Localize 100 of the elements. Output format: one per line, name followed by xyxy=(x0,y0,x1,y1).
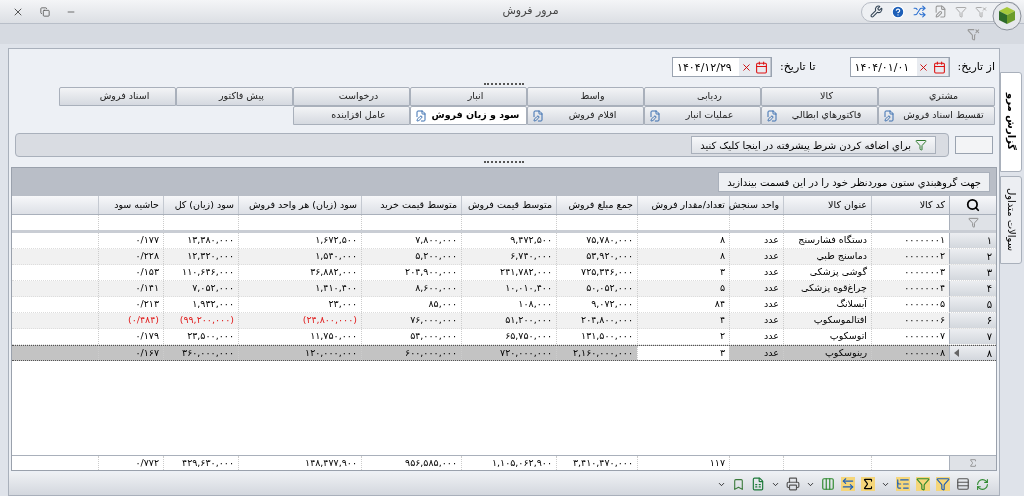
restore-icon[interactable] xyxy=(40,6,50,17)
filter-icon[interactable] xyxy=(967,27,980,41)
column-header[interactable]: سود (زیان) هر واحد فروش xyxy=(238,196,361,214)
table-cell: ۴ xyxy=(637,313,729,328)
tab[interactable]: تقسیط اسناد فروش xyxy=(878,106,995,125)
tab[interactable]: واسط xyxy=(527,87,644,106)
print-icon[interactable] xyxy=(786,477,800,491)
table-cell: ۵,۲۰۰,۰۰۰ xyxy=(361,249,461,264)
wrench-icon[interactable] xyxy=(870,5,883,18)
help-icon[interactable] xyxy=(891,4,905,19)
tab[interactable]: سود و زیان فروش xyxy=(410,106,527,125)
table-cell: ۷۵,۷۸۰,۰۰۰ xyxy=(556,233,637,248)
table-cell: ۰/۱۵۳ xyxy=(98,265,163,280)
table-cell: ۰/۱۷۷ xyxy=(98,233,163,248)
tab[interactable]: مشتري xyxy=(878,87,995,106)
tab[interactable]: پیش فاکتور xyxy=(176,87,293,106)
advanced-filter-button[interactable]: براي اضافه کردن شرط پیشرفته در اینجا کلیک کنید xyxy=(691,136,936,154)
tab[interactable]: عامل افزاینده xyxy=(293,106,410,125)
table-cell: ۸ xyxy=(637,249,729,264)
total-cell: ۱,۱۰۵,۰۶۲,۹۰۰ xyxy=(461,456,556,470)
table-cell: ۲,۱۶۰,۰۰۰,۰۰۰ xyxy=(556,346,637,360)
table-cell: (۰/۴۸۴) xyxy=(98,313,163,328)
table-cell: (۹۹,۲۰۰,۰۰۰) xyxy=(163,313,238,328)
columns-icon[interactable] xyxy=(821,477,835,491)
layout-icon[interactable] xyxy=(956,477,970,491)
total-cell: ۹۵۶,۵۸۵,۰۰۰ xyxy=(361,456,461,470)
table-cell: ۱۰۸,۰۰۰ xyxy=(461,297,556,312)
bookmark-icon[interactable] xyxy=(732,477,745,491)
group-panel-hint: جهت گروهبندي ستون موردنظر خود را در این قسمت بیندازید xyxy=(718,172,990,192)
filter-field[interactable] xyxy=(955,136,993,154)
table-cell: ۶,۷۴۰,۰۰۰ xyxy=(461,249,556,264)
side-tab[interactable]: سوالات متداول xyxy=(1000,176,1022,264)
table-row[interactable]: ۶ ۰۰۰۰۰۰۰۶ افتالموسکوپ عدد ۴ ۲۰۴,۸۰۰,۰۰۰ ۵۱,۲۰۰,۰۰۰ ۷۶,۰۰۰,۰۰۰ (۲۴,۸۰۰,۰۰۰) (۹۹,۲۰۰,۰۰۰) (۰/۴۸۴) xyxy=(12,313,996,329)
table-row[interactable]: ۵ ۰۰۰۰۰۰۰۵ آبسلانگ عدد ۸۴ ۹,۰۷۲,۰۰۰ ۱۰۸,۰۰۰ ۸۵,۰۰۰ ۲۳,۰۰۰ ۱,۹۳۲,۰۰۰ ۰/۲۱۳ xyxy=(12,297,996,313)
column-header[interactable]: متوسط قیمت خرید xyxy=(361,196,461,214)
table-cell: گوشی پزشکی xyxy=(783,265,871,280)
column-header[interactable]: واحد سنجش xyxy=(729,196,783,214)
calendar-icon xyxy=(932,60,946,74)
table-cell: ۰/۱۴۱ xyxy=(98,281,163,296)
table-cell: اتوسکوپ xyxy=(783,329,871,344)
table-cell: ۵۱,۲۰۰,۰۰۰ xyxy=(461,313,556,328)
table-cell: ۲۰۴,۹۰۰,۰۰۰ xyxy=(361,265,461,280)
edit-icon[interactable] xyxy=(934,5,947,18)
table-row[interactable]: ۷ ۰۰۰۰۰۰۰۷ اتوسکوپ عدد ۲ ۱۳۱,۵۰۰,۰۰۰ ۶۵,۷۵۰,۰۰۰ ۵۴,۰۰۰,۰۰۰ ۱۱,۷۵۰,۰۰۰ ۲۳,۵۰۰,۰۰۰ ۰/۱۷۹ xyxy=(12,329,996,345)
table-cell: ۰۰۰۰۰۰۰۸ xyxy=(871,346,949,360)
date-picker[interactable]: ۱۴۰۴/۰۱/۰۱ xyxy=(849,57,950,77)
tab[interactable]: کالا xyxy=(761,87,878,106)
column-header[interactable]: کد کالا xyxy=(871,196,949,214)
tab[interactable]: عملیات انبار xyxy=(644,106,761,125)
filter-icon[interactable] xyxy=(955,5,967,18)
table-row[interactable]: ۴ ۰۰۰۰۰۰۰۴ چراغ‌قوه پزشکی عدد ۵ ۵۰,۰۵۲,۰۰۰ ۱۰,۰۱۰,۴۰۰ ۸,۶۰۰,۰۰۰ ۱,۴۱۰,۴۰۰ ۷,۰۵۲,۰۰۰ ۰/۱۴۱ xyxy=(12,281,996,297)
table-cell: ۷,۰۵۲,۰۰۰ xyxy=(163,281,238,296)
field-label: از تاریخ: xyxy=(957,58,995,75)
filter-icon[interactable] xyxy=(975,5,987,18)
tab[interactable]: ردیابی xyxy=(644,87,761,106)
table-row[interactable]: ۳ ۰۰۰۰۰۰۰۳ گوشی پزشکی عدد ۳ ۷۲۵,۳۴۶,۰۰۰ ۲۴۱,۷۸۲,۰۰۰ ۲۰۴,۹۰۰,۰۰۰ ۳۶,۸۸۲,۰۰۰ ۱۱۰,۶۴۶,۰۰۰ ۰/۱۵۳ xyxy=(12,265,996,281)
tab[interactable]: درخواست xyxy=(293,87,410,106)
side-tab[interactable]: گزارش مرو xyxy=(1000,72,1022,172)
column-header[interactable]: جمع مبلغ فروش xyxy=(556,196,637,214)
table-row[interactable]: ۱ ۰۰۰۰۰۰۰۱ دستگاه فشارسنج عدد ۸ ۷۵,۷۸۰,۰۰۰ ۹,۴۷۲,۵۰۰ ۷,۸۰۰,۰۰۰ ۱,۶۷۲,۵۰۰ ۱۳,۳۸۰,۰۰۰ ۰/۱۷۷ xyxy=(12,233,996,249)
clear-button[interactable] xyxy=(739,58,753,76)
search-icon[interactable] xyxy=(966,198,980,212)
column-header[interactable]: متوسط قیمت فروش xyxy=(461,196,556,214)
sum-icon[interactable] xyxy=(861,477,875,491)
tab[interactable]: اقلام فروش xyxy=(527,106,644,125)
refresh-icon[interactable] xyxy=(976,477,989,491)
column-header[interactable]: تعداد/مقدار فروش xyxy=(637,196,729,214)
group-icon[interactable] xyxy=(896,477,910,491)
column-header[interactable]: سود (زیان) کل xyxy=(163,196,238,214)
table-cell: ۸,۶۰۰,۰۰۰ xyxy=(361,281,461,296)
close-icon xyxy=(918,61,930,73)
spreadsheet-icon[interactable] xyxy=(751,477,765,491)
filter-icon[interactable] xyxy=(916,477,930,491)
table-cell: دستگاه فشارسنج xyxy=(783,233,871,248)
table-cell: ۳۶۰,۰۰۰,۰۰۰ xyxy=(163,346,238,360)
sync-icon[interactable] xyxy=(913,5,926,18)
column-header[interactable]: حاشیه سود xyxy=(98,196,163,214)
table-cell: ۱۲۰,۰۰۰,۰۰۰ xyxy=(238,346,361,360)
tab[interactable]: انبار xyxy=(410,87,527,106)
filter-icon[interactable] xyxy=(936,477,950,491)
table-cell: دماسنج طبي xyxy=(783,249,871,264)
table-cell: ۱,۴۱۰,۴۰۰ xyxy=(238,281,361,296)
fit-columns-icon[interactable] xyxy=(841,477,855,491)
tab[interactable]: فاکتورهاي ابطالي xyxy=(761,106,878,125)
table-cell: ۵۳,۹۲۰,۰۰۰ xyxy=(556,249,637,264)
table-cell: ۰/۱۶۷ xyxy=(98,346,163,360)
table-cell: ۲۴۱,۷۸۲,۰۰۰ xyxy=(461,265,556,280)
table-row[interactable]: ۲ ۰۰۰۰۰۰۰۲ دماسنج طبي عدد ۸ ۵۳,۹۲۰,۰۰۰ ۶,۷۴۰,۰۰۰ ۵,۲۰۰,۰۰۰ ۱,۵۴۰,۰۰۰ ۱۲,۳۲۰,۰۰۰ ۰/۲۲۸ xyxy=(12,249,996,265)
row-number: ۶ xyxy=(986,314,992,328)
table-cell: چراغ‌قوه پزشکی xyxy=(783,281,871,296)
total-cell: ۴۲۹,۶۳۰,۰۰۰ xyxy=(163,456,238,470)
tab[interactable]: اسناد فروش xyxy=(59,87,176,106)
filter-icon[interactable] xyxy=(967,217,979,228)
date-picker[interactable]: ۱۴۰۴/۱۲/۲۹ xyxy=(672,57,772,77)
calendar-button[interactable] xyxy=(753,58,771,76)
table-cell: ۱۲,۳۲۰,۰۰۰ xyxy=(163,249,238,264)
table-cell: (۲۴,۸۰۰,۰۰۰) xyxy=(238,313,361,328)
row-number: ۴ xyxy=(986,282,992,296)
column-header[interactable]: عنوان کالا xyxy=(783,196,871,214)
table-row[interactable]: ۸ ۰۰۰۰۰۰۰۸ رینوسکوپ عدد ۳ ۲,۱۶۰,۰۰۰,۰۰۰ ۷۲۰,۰۰۰,۰۰۰ ۶۰۰,۰۰۰,۰۰۰ ۱۲۰,۰۰۰,۰۰۰ ۳۶۰,۰۰۰,۰۰۰ ۰/۱۶۷ xyxy=(12,345,996,361)
